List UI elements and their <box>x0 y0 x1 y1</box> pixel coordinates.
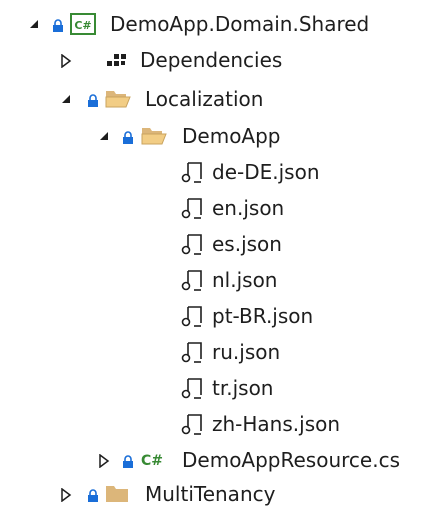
folder-open-icon <box>140 120 167 154</box>
json-file-icon <box>180 408 206 442</box>
tree-item-json-file[interactable]: nl.json <box>0 264 425 298</box>
chevron-expanded-icon[interactable] <box>28 8 44 42</box>
chevron-collapsed-icon[interactable] <box>98 444 114 478</box>
lock-icon <box>87 83 99 117</box>
lock-icon <box>122 444 134 478</box>
tree-item-label: DemoApp.Domain.Shared <box>110 12 370 36</box>
tree-item-label: DemoAppResource.cs <box>182 448 400 472</box>
tree-item-label: Localization <box>145 87 264 111</box>
tree-item-label: en.json <box>212 196 285 220</box>
tree-item-json-file[interactable]: pt-BR.json <box>0 300 425 334</box>
tree-item-label: de-DE.json <box>212 160 320 184</box>
dependencies-icon <box>102 44 128 78</box>
tree-item-resource-file[interactable]: C# DemoAppResource.cs <box>0 444 425 478</box>
json-file-icon <box>180 300 206 334</box>
json-file-icon <box>180 336 206 370</box>
csharp-file-icon: C# <box>140 444 166 478</box>
folder-closed-icon <box>104 478 130 512</box>
json-file-icon <box>180 228 206 262</box>
lock-icon <box>52 8 64 42</box>
folder-open-icon <box>104 83 131 117</box>
chevron-collapsed-icon[interactable] <box>60 44 76 78</box>
tree-item-multitenancy[interactable]: MultiTenancy <box>0 478 425 512</box>
tree-item-label: es.json <box>212 232 282 256</box>
chevron-expanded-icon[interactable] <box>60 83 76 117</box>
json-file-icon <box>180 264 206 298</box>
svg-text:C#: C# <box>74 19 91 32</box>
tree-item-label: tr.json <box>212 376 274 400</box>
chevron-collapsed-icon[interactable] <box>60 478 76 512</box>
tree-item-label: pt-BR.json <box>212 304 314 328</box>
tree-item-json-file[interactable]: en.json <box>0 192 425 226</box>
tree-item-json-file[interactable]: es.json <box>0 228 425 262</box>
tree-item-json-file[interactable]: tr.json <box>0 372 425 406</box>
tree-item-dependencies[interactable]: Dependencies <box>0 44 425 78</box>
tree-item-label: zh-Hans.json <box>212 412 341 436</box>
svg-text:C#: C# <box>141 453 163 469</box>
json-file-icon <box>180 192 206 226</box>
tree-item-label: Dependencies <box>140 48 283 72</box>
tree-item-label: DemoApp <box>182 124 281 148</box>
tree-item-json-file[interactable]: ru.json <box>0 336 425 370</box>
tree-item-label: MultiTenancy <box>145 482 276 506</box>
json-file-icon <box>180 156 206 190</box>
csharp-project-icon: C# <box>70 8 96 42</box>
tree-item-json-file[interactable]: zh-Hans.json <box>0 408 425 442</box>
tree-item-label: nl.json <box>212 268 278 292</box>
lock-icon <box>122 120 134 154</box>
lock-icon <box>87 478 99 512</box>
tree-item-project[interactable]: C# DemoApp.Domain.Shared <box>0 8 425 42</box>
tree-item-localization[interactable]: Localization <box>0 83 425 117</box>
solution-explorer-tree: C# DemoApp.Domain.Shared Dependencies Lo… <box>0 0 425 510</box>
tree-item-label: ru.json <box>212 340 281 364</box>
chevron-expanded-icon[interactable] <box>98 120 114 154</box>
json-file-icon <box>180 372 206 406</box>
tree-item-demoapp-folder[interactable]: DemoApp <box>0 120 425 154</box>
tree-item-json-file[interactable]: de-DE.json <box>0 156 425 190</box>
